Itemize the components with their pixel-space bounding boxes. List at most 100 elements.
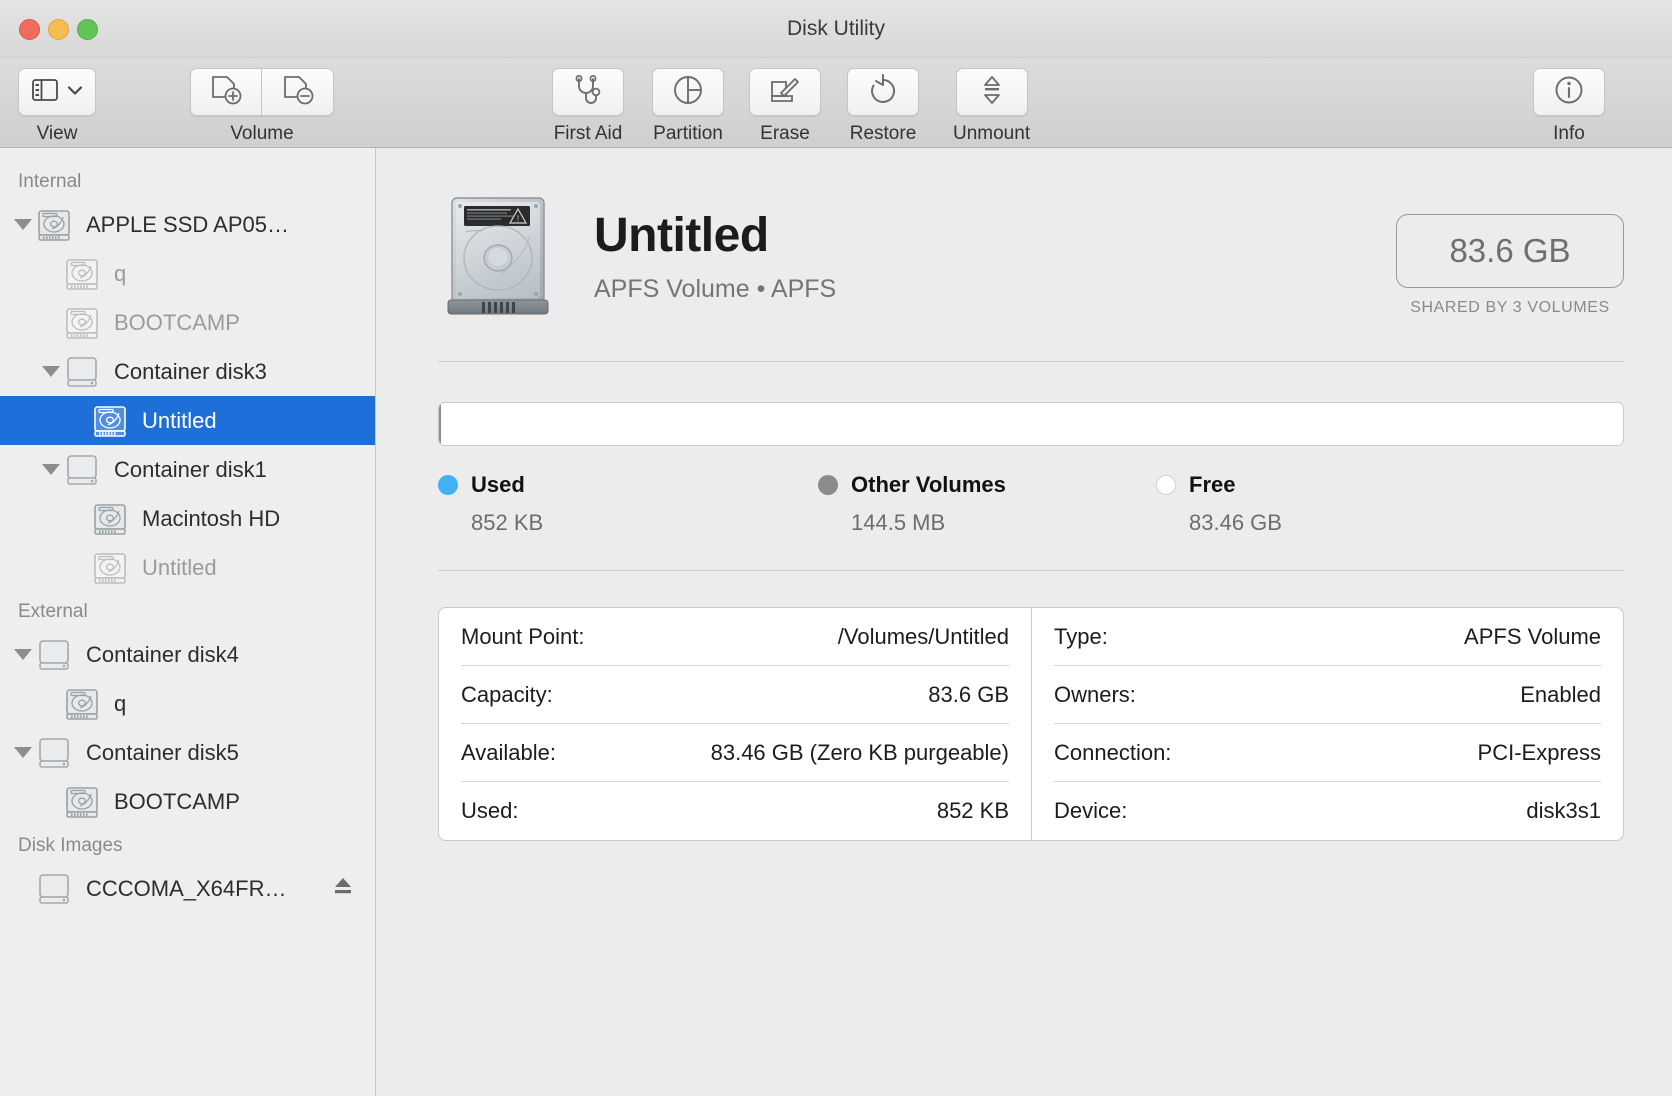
usage-bar — [438, 402, 1624, 446]
info-row: Connection: PCI-Express — [1054, 724, 1601, 782]
hard-disk-icon — [92, 404, 128, 438]
disk-utility-window: Disk Utility View Volume First Aid Parti… — [0, 0, 1672, 1096]
hard-disk-icon — [92, 502, 128, 536]
hard-disk-icon — [64, 687, 100, 721]
undo-arrow-icon — [868, 73, 898, 111]
info-row: Device: disk3s1 — [1054, 782, 1601, 840]
volume-group: Volume — [190, 68, 334, 145]
capacity-badge: 83.6 GB — [1396, 214, 1624, 288]
disclosure-triangle-icon[interactable] — [10, 219, 36, 230]
main-panel: ! Untitled APFS Volume • APFS 83.6 GB SH… — [376, 148, 1672, 1096]
legend-color-dot — [818, 475, 838, 495]
volume-remove-icon — [281, 74, 315, 111]
unmount-group: Unmount — [953, 68, 1030, 145]
volume-name: Untitled — [594, 209, 769, 262]
info-value: disk3s1 — [1526, 798, 1601, 823]
partition-label: Partition — [653, 123, 723, 144]
svg-text:!: ! — [517, 215, 519, 224]
sidebar-item-container-disk3[interactable]: Container disk3 — [0, 347, 375, 396]
erase-pencil-icon — [768, 74, 802, 111]
restore-group: Restore — [847, 68, 919, 145]
unmount-button[interactable] — [955, 68, 1028, 116]
info-key: Device: — [1054, 798, 1128, 823]
toolbar: View Volume First Aid Partition Erase Re… — [0, 58, 1672, 148]
restore-label: Restore — [849, 123, 917, 144]
sidebar-item-cccoma-x64fr[interactable]: CCCOMA_X64FR… — [0, 864, 375, 913]
remove-volume-button[interactable] — [262, 68, 334, 116]
sidebar-item-label: Container disk5 — [86, 739, 239, 765]
sidebar-item-label: APPLE SSD AP05… — [86, 211, 289, 237]
container-icon — [64, 453, 100, 487]
sidebar-item-label: Untitled — [142, 407, 217, 433]
disclosure-triangle-icon[interactable] — [38, 366, 64, 377]
info-table: Mount Point: /Volumes/Untitled Capacity: 83… — [438, 607, 1624, 841]
restore-button[interactable] — [847, 68, 919, 116]
disclosure-triangle-icon[interactable] — [10, 747, 36, 758]
sidebar-item-label: Container disk1 — [114, 456, 267, 482]
erase-button[interactable] — [749, 68, 821, 116]
sidebar-item-apple-ssd-ap05[interactable]: APPLE SSD AP05… — [0, 200, 375, 249]
info-value: /Volumes/Untitled — [837, 623, 1009, 649]
sidebar-item-container-disk5[interactable]: Container disk5 — [0, 728, 375, 777]
sidebar-item-untitled[interactable]: Untitled — [0, 396, 375, 445]
sidebar-item-label: Untitled — [142, 554, 217, 580]
legend-item: Used 852 KB — [438, 472, 543, 536]
sidebar-item-label: Container disk4 — [86, 641, 239, 667]
hard-disk-icon — [64, 257, 100, 291]
add-volume-button[interactable] — [190, 68, 262, 116]
capacity-block: 83.6 GB SHARED BY 3 VOLUMES — [1396, 214, 1624, 317]
title-bar: Disk Utility — [0, 0, 1672, 58]
sidebar-section-header: Internal — [18, 171, 82, 192]
sidebar[interactable]: Internal APPLE SSD AP05… q BOOTCAMP Cont… — [0, 148, 376, 1096]
legend-divider — [438, 570, 1624, 571]
stethoscope-icon — [571, 74, 605, 111]
info-value: APFS Volume — [1464, 623, 1601, 649]
pie-chart-icon — [672, 74, 704, 111]
hard-disk-icon — [92, 551, 128, 585]
sidebar-item-bootcamp[interactable]: BOOTCAMP — [0, 298, 375, 347]
info-value: Enabled — [1520, 681, 1601, 707]
container-icon — [36, 872, 72, 906]
eject-updown-icon — [979, 74, 1005, 111]
chevron-down-icon — [67, 83, 83, 101]
info-key: Used: — [461, 798, 519, 823]
info-row: Used: 852 KB — [461, 782, 1009, 840]
sidebar-item-untitled[interactable]: Untitled — [0, 543, 375, 592]
info-key: Mount Point: — [461, 623, 585, 649]
erase-group: Erase — [749, 68, 821, 145]
volume-title-block: Untitled APFS Volume • APFS — [594, 208, 836, 304]
sidebar-item-label: Container disk3 — [114, 358, 267, 384]
sidebar-item-q[interactable]: q — [0, 679, 375, 728]
legend-value: 852 KB — [471, 510, 544, 535]
info-key: Owners: — [1054, 681, 1136, 707]
first-aid-button[interactable] — [552, 68, 624, 116]
info-value: PCI-Express — [1477, 739, 1601, 765]
sidebar-layout-icon — [31, 78, 58, 106]
info-button[interactable] — [1533, 68, 1605, 116]
view-button[interactable] — [18, 68, 96, 116]
sidebar-item-container-disk4[interactable]: Container disk4 — [0, 630, 375, 679]
info-row: Available: 83.46 GB (Zero KB purgeable) — [461, 724, 1009, 782]
sidebar-item-container-disk1[interactable]: Container disk1 — [0, 445, 375, 494]
info-row: Mount Point: /Volumes/Untitled — [461, 608, 1009, 666]
view-label: View — [36, 123, 78, 144]
legend-item: Free 83.46 GB — [1156, 472, 1282, 536]
partition-button[interactable] — [652, 68, 724, 116]
sidebar-item-macintosh-hd[interactable]: Macintosh HD — [0, 494, 375, 543]
usage-segment — [441, 403, 1623, 445]
disclosure-triangle-icon[interactable] — [10, 649, 36, 660]
sidebar-item-q[interactable]: q — [0, 249, 375, 298]
legend-label: Other Volumes — [851, 472, 1006, 497]
legend-color-dot — [438, 475, 458, 495]
info-key: Available: — [461, 739, 556, 765]
sidebar-item-bootcamp[interactable]: BOOTCAMP — [0, 777, 375, 826]
info-row: Type: APFS Volume — [1054, 608, 1601, 666]
info-row: Owners: Enabled — [1054, 666, 1601, 724]
sidebar-section-header: External — [18, 601, 88, 622]
eject-icon[interactable] — [331, 874, 355, 904]
legend-label: Free — [1189, 472, 1236, 497]
disclosure-triangle-icon[interactable] — [38, 464, 64, 475]
container-icon — [64, 355, 100, 389]
sidebar-item-label: CCCOMA_X64FR… — [86, 875, 287, 901]
usage-legend: Used 852 KB Other Volumes 144.5 MB Free 83.46… — [438, 472, 1624, 544]
